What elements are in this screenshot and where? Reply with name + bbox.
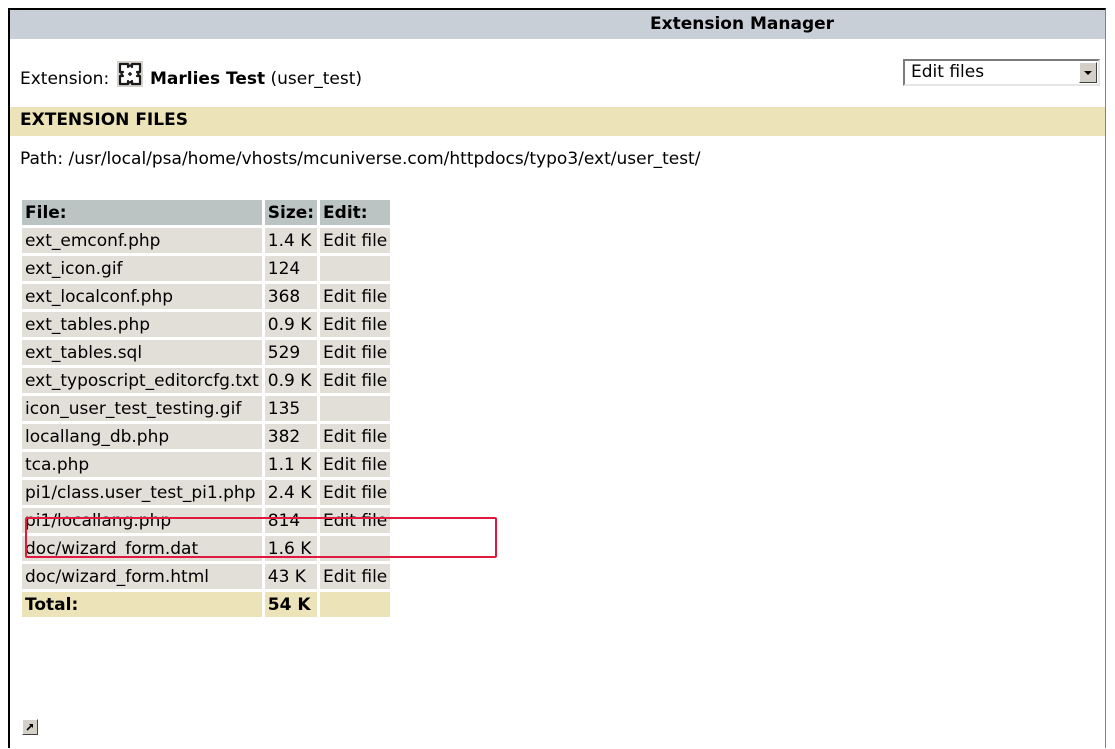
table-row: ext_localconf.php 368 Edit file [22,284,391,309]
extension-key: (user_test) [270,69,363,89]
file-name-cell: icon_user_test_testing.gif [22,396,262,421]
file-name-cell: ext_tables.sql [22,340,262,365]
file-size-cell: 814 [264,508,318,533]
column-header-size: Size: [264,200,318,225]
page-title: Extension Manager [650,14,835,34]
total-edit-empty [320,592,391,617]
extension-path: Path: /usr/local/psa/home/vhosts/mcunive… [20,149,701,169]
file-size-cell: 0.9 K [264,368,318,393]
table-row: pi1/locallang.php 814 Edit file [22,508,391,533]
file-size-cell: 368 [264,284,318,309]
file-size-cell: 1.1 K [264,452,318,477]
total-size: 54 K [264,592,318,617]
column-header-edit: Edit: [320,200,391,225]
table-row: ext_tables.php 0.9 K Edit file [22,312,391,337]
file-size-cell: 124 [264,256,318,281]
extension-info: Extension: Marlies Test (user_test) [20,61,362,91]
extension-manager-panel: Extension Manager Extension: Marlies Tes… [8,8,1106,748]
file-size-cell: 529 [264,340,318,365]
edit-file-link[interactable]: Edit file [320,424,391,449]
edit-file-link[interactable]: Edit file [320,228,391,253]
file-size-cell: 382 [264,424,318,449]
files-table: File: Size: Edit: ext_emconf.php 1.4 K E… [19,197,393,620]
table-row: tca.php 1.1 K Edit file [22,452,391,477]
file-name-cell: locallang_db.php [22,424,262,449]
file-name-cell: pi1/class.user_test_pi1.php [22,480,262,505]
table-row: doc/wizard_form.dat 1.6 K [22,536,391,561]
file-name-cell: ext_localconf.php [22,284,262,309]
table-row-highlighted: pi1/class.user_test_pi1.php 2.4 K Edit f… [22,480,391,505]
file-name-cell: pi1/locallang.php [22,508,262,533]
file-name-cell: doc/wizard_form.html [22,564,262,589]
table-header-row: File: Size: Edit: [22,200,391,225]
mode-select-value: Edit files [911,62,985,82]
file-size-cell: 0.9 K [264,312,318,337]
title-bar: Extension Manager [10,10,1105,39]
edit-file-link[interactable]: Edit file [320,284,391,309]
table-row: doc/wizard_form.html 43 K Edit file [22,564,391,589]
table-row: ext_tables.sql 529 Edit file [22,340,391,365]
edit-file-link[interactable]: Edit file [320,480,391,505]
edit-file-link[interactable]: Edit file [320,452,391,477]
chevron-down-icon [1084,71,1092,75]
extension-name: Marlies Test [150,69,266,89]
file-name-cell: ext_typoscript_editorcfg.txt [22,368,262,393]
mode-select-dropdown-button[interactable] [1079,62,1097,83]
table-row: icon_user_test_testing.gif 135 [22,396,391,421]
edit-file-link[interactable]: Edit file [320,508,391,533]
file-name-cell: ext_tables.php [22,312,262,337]
table-row: locallang_db.php 382 Edit file [22,424,391,449]
file-name-cell: tca.php [22,452,262,477]
table-row: ext_typoscript_editorcfg.txt 0.9 K Edit … [22,368,391,393]
column-header-file: File: [22,200,262,225]
section-header: EXTENSION FILES [10,107,1105,136]
edit-file-link[interactable]: Edit file [320,368,391,393]
file-size-cell: 1.4 K [264,228,318,253]
file-name-cell: ext_emconf.php [22,228,262,253]
extension-label: Extension: [20,69,110,89]
file-name-cell: doc/wizard_form.dat [22,536,262,561]
edit-cell-empty [320,396,391,421]
edit-file-link[interactable]: Edit file [320,312,391,337]
table-row: ext_emconf.php 1.4 K Edit file [22,228,391,253]
total-label: Total: [22,592,262,617]
file-size-cell: 135 [264,396,318,421]
section-title: EXTENSION FILES [20,110,188,130]
edit-cell-empty [320,536,391,561]
table-row: ext_icon.gif 124 [22,256,391,281]
mode-select[interactable]: Edit files [903,59,1100,86]
file-size-cell: 43 K [264,564,318,589]
file-size-cell: 2.4 K [264,480,318,505]
puzzle-piece-icon [116,61,143,97]
edit-file-link[interactable]: Edit file [320,564,391,589]
edit-file-link[interactable]: Edit file [320,340,391,365]
file-name-cell: ext_icon.gif [22,256,262,281]
edit-cell-empty [320,256,391,281]
file-size-cell: 1.6 K [264,536,318,561]
total-row: Total: 54 K [22,592,391,617]
open-new-window-button[interactable] [22,719,38,735]
